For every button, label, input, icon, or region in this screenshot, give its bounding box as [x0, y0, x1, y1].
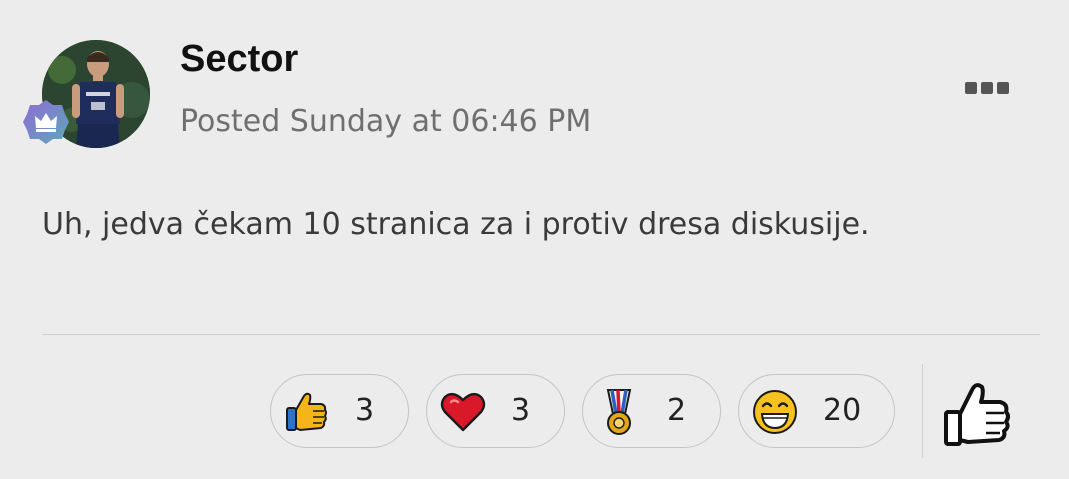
- post-content: Uh, jedva čekam 10 stranica za i protiv …: [42, 207, 870, 242]
- reaction-thumbs-up[interactable]: 3: [270, 374, 409, 448]
- thumbs-up-outline-icon: [944, 383, 1010, 446]
- reaction-count: 20: [823, 393, 862, 428]
- like-button[interactable]: [940, 376, 1016, 452]
- crown-badge-icon: [22, 98, 70, 146]
- forum-post: Sector Posted Sunday at 06:46 PM Uh, jed…: [0, 0, 1069, 479]
- reaction-heart[interactable]: 3: [426, 374, 565, 448]
- medal-icon: [595, 388, 643, 436]
- thumbs-up-icon: [283, 388, 331, 436]
- reaction-count: 3: [511, 393, 531, 428]
- reaction-grinning-face[interactable]: 20: [738, 374, 895, 448]
- reaction-medal[interactable]: 2: [582, 374, 721, 448]
- more-options-icon[interactable]: [962, 76, 1012, 100]
- reaction-count: 3: [355, 393, 375, 428]
- grinning-face-icon: [751, 388, 799, 436]
- author-avatar-group[interactable]: [22, 40, 150, 148]
- divider: [42, 334, 1040, 335]
- post-timestamp[interactable]: Posted Sunday at 06:46 PM: [180, 104, 591, 139]
- reaction-separator: [922, 364, 923, 458]
- author-name[interactable]: Sector: [180, 38, 298, 81]
- heart-icon: [439, 388, 487, 436]
- reaction-count: 2: [667, 393, 687, 428]
